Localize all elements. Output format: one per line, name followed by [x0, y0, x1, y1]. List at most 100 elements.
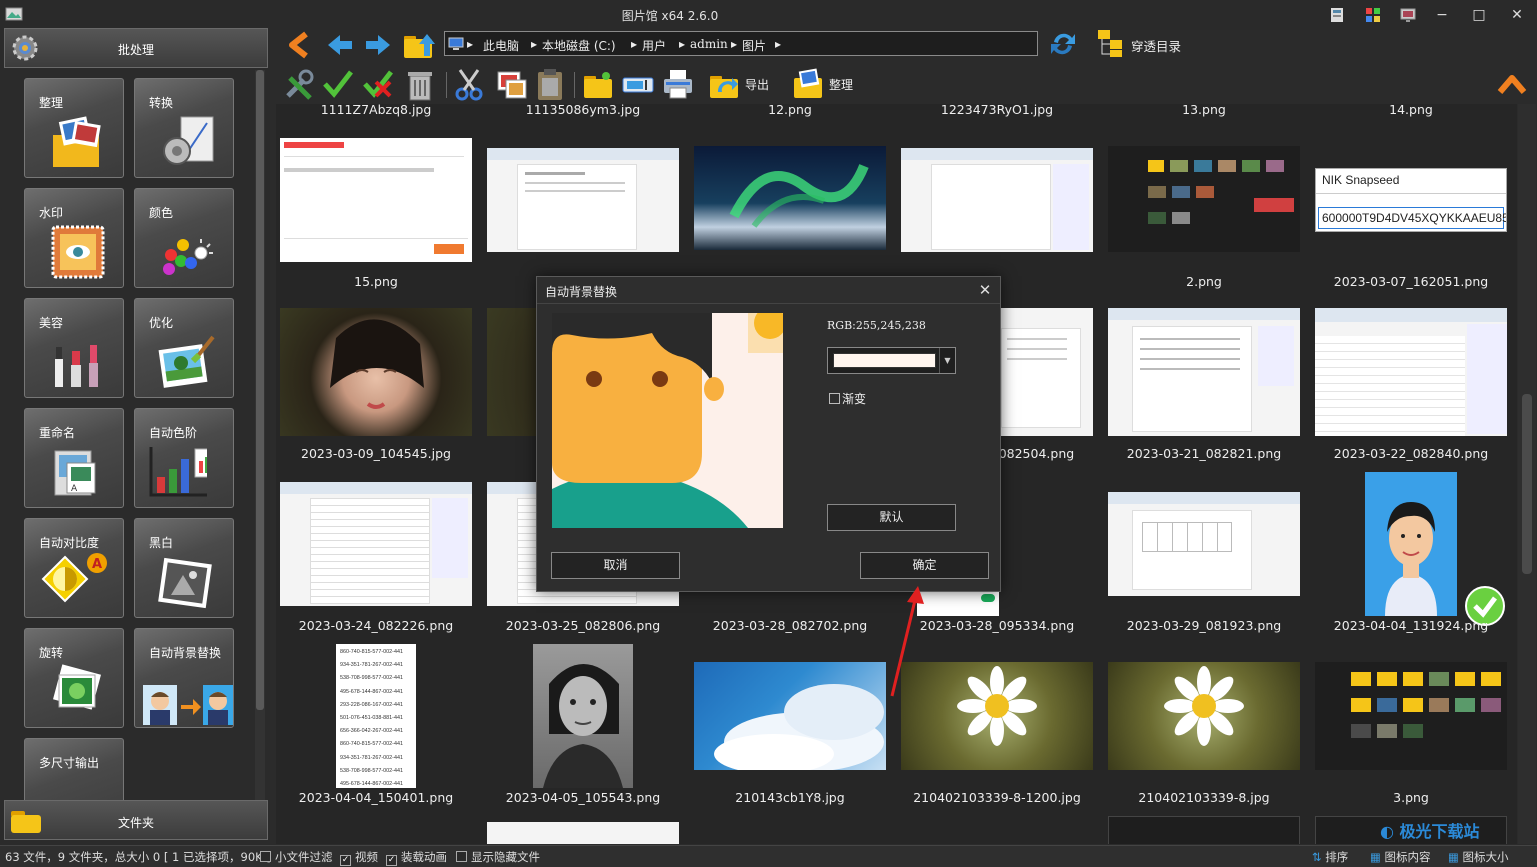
file-name[interactable]: 2.png — [1104, 274, 1304, 289]
dropdown-arrow-icon[interactable]: ▼ — [939, 348, 955, 373]
back-arrow-icon[interactable] — [324, 30, 356, 60]
default-button[interactable]: 默认 — [827, 504, 956, 531]
address-segment[interactable]: admin — [690, 37, 728, 51]
tool-watermark[interactable]: 水印 — [24, 188, 124, 288]
file-name[interactable]: 2023-03-07_162051.png — [1311, 274, 1511, 289]
tool-convert[interactable]: 转换 — [134, 78, 234, 178]
file-name[interactable]: 14.png — [1311, 104, 1511, 117]
address-segment[interactable]: 图片 — [742, 37, 766, 54]
file-name[interactable]: 2023-03-09_104545.jpg — [276, 446, 476, 461]
address-segment[interactable]: 本地磁盘 (C:) — [542, 37, 616, 54]
tool-organize[interactable]: 整理 — [24, 78, 124, 178]
check-icon[interactable] — [320, 66, 356, 102]
file-name[interactable]: 210402103339-8-1200.jpg — [897, 790, 1097, 805]
gradient-checkbox[interactable]: 渐变 — [829, 390, 866, 407]
minimize-button[interactable]: − — [1428, 4, 1456, 26]
background-color-picker[interactable]: ▼ — [827, 347, 956, 374]
organize-label[interactable]: 整理 — [829, 76, 853, 93]
tool-optimize[interactable]: 优化 — [134, 298, 234, 398]
thumbnail-item[interactable]: 2023-04-05_105543.png — [483, 640, 690, 812]
thumbnail-item[interactable]: 2.png — [1104, 124, 1311, 296]
show-hidden-checkbox[interactable]: 显示隐藏文件 — [456, 849, 540, 865]
export-icon[interactable] — [706, 66, 742, 102]
thumbnail-item[interactable] — [690, 124, 897, 296]
tool-background-replace[interactable]: 自动背景替换 — [134, 628, 234, 728]
thumbnail-item[interactable]: 2023-03-22_082840.png — [1311, 296, 1517, 468]
maximize-button[interactable]: □ — [1465, 4, 1493, 26]
paste-clipboard-icon[interactable] — [532, 66, 568, 102]
address-segment[interactable]: 此电脑 — [483, 37, 519, 54]
back-orange-icon[interactable] — [284, 30, 316, 60]
ok-button[interactable]: 确定 — [860, 552, 989, 579]
tool-auto-contrast[interactable]: 自动对比度 A — [24, 518, 124, 618]
file-name[interactable]: 2023-03-22_082840.png — [1311, 446, 1511, 461]
browse-dirs-label[interactable]: 穿透目录 — [1131, 36, 1181, 55]
thumbnail-item[interactable]: 2023-03-21_082821.png — [1104, 296, 1311, 468]
file-name[interactable]: 12.png — [690, 104, 890, 117]
tool-rotate[interactable]: 旋转 — [24, 628, 124, 728]
thumbnail-item[interactable] — [897, 124, 1104, 296]
file-name[interactable]: 2023-04-04_131924.png — [1311, 618, 1511, 633]
file-name[interactable]: 2023-03-29_081923.png — [1104, 618, 1304, 633]
tool-multi-size-output[interactable]: 多尺寸输出 — [24, 738, 124, 800]
scrollbar-thumb[interactable] — [256, 70, 264, 710]
close-button[interactable]: ✕ — [1503, 4, 1531, 26]
thumbnail-item[interactable]: 210402103339-8.jpg — [1104, 640, 1311, 812]
icon-size-button[interactable]: ▦ 图标大小 — [1448, 849, 1509, 865]
rename-field-icon[interactable] — [620, 66, 656, 102]
organize-icon[interactable] — [790, 66, 826, 102]
parent-folder-icon[interactable] — [402, 30, 438, 60]
tools-icon[interactable] — [282, 66, 318, 102]
file-name[interactable]: 2023-04-04_150401.png — [276, 790, 476, 805]
thumbnail-item[interactable]: 2023-04-04_131924.png — [1311, 468, 1517, 640]
thumbnail-item[interactable]: 2023-03-24_082226.png — [276, 468, 483, 640]
thumbnail-item[interactable]: NIK Snapseed 600000T9D4DV45XQYKKAAEU85 2… — [1311, 124, 1517, 296]
browse-dirs-icon[interactable] — [1096, 28, 1128, 58]
forward-arrow-icon[interactable] — [362, 30, 394, 60]
copy-image-icon[interactable] — [492, 66, 528, 102]
file-name[interactable]: 13.png — [1104, 104, 1304, 117]
delete-trash-icon[interactable] — [402, 66, 438, 102]
export-label[interactable]: 导出 — [745, 76, 769, 93]
view-mode-icon[interactable] — [1328, 6, 1346, 24]
file-name[interactable]: 2023-03-21_082821.png — [1104, 446, 1304, 461]
screenshot-thumb[interactable] — [487, 822, 679, 844]
grid-view-icon[interactable] — [1364, 6, 1382, 24]
file-name[interactable]: 1223473RyO1.jpg — [897, 104, 1097, 117]
file-name[interactable]: 210402103339-8.jpg — [1104, 790, 1304, 805]
thumbnail-item[interactable]: 210143cb1Y8.jpg — [690, 640, 897, 812]
file-name[interactable]: 1111Z7Abzq8.jpg — [276, 104, 476, 117]
scrollbar-thumb[interactable] — [1522, 394, 1532, 574]
address-segment[interactable]: 用户 — [642, 37, 666, 54]
small-file-filter-checkbox[interactable]: 小文件过滤 — [260, 849, 333, 865]
file-name[interactable]: 2023-04-05_105543.png — [483, 790, 683, 805]
print-icon[interactable] — [660, 66, 696, 102]
uncheck-icon[interactable] — [360, 66, 396, 102]
sort-button[interactable]: ⇅ 排序 — [1312, 849, 1348, 865]
dialog-close-button[interactable]: ✕ — [975, 280, 995, 300]
file-name[interactable]: 11135086ym3.jpg — [483, 104, 683, 117]
thumbnail-item[interactable] — [483, 124, 690, 296]
thumbnail-item[interactable]: 2023-03-09_104545.jpg — [276, 296, 483, 468]
cut-scissors-icon[interactable] — [452, 66, 488, 102]
checkbox-box[interactable] — [829, 393, 840, 404]
tool-auto-levels[interactable]: 自动色阶 — [134, 408, 234, 508]
file-name[interactable]: 2023-03-28_082702.png — [690, 618, 890, 633]
left-scrollbar[interactable] — [255, 70, 265, 800]
video-checkbox[interactable]: ✓ 视频 — [340, 849, 378, 866]
app-screenshot-thumb[interactable] — [1108, 816, 1300, 844]
folder-footer[interactable]: 文件夹 — [4, 800, 268, 840]
tool-rename[interactable]: 重命名 A — [24, 408, 124, 508]
grid-scrollbar[interactable] — [1518, 104, 1536, 844]
file-name[interactable]: 2023-03-25_082806.png — [483, 618, 683, 633]
batch-header[interactable]: 批处理 — [4, 28, 268, 68]
icon-content-button[interactable]: ▦ 图标内容 — [1370, 849, 1431, 865]
tool-beauty[interactable]: 美容 — [24, 298, 124, 398]
thumbnail-item[interactable]: 2023-03-29_081923.png — [1104, 468, 1311, 640]
refresh-icon[interactable] — [1048, 28, 1078, 60]
file-name[interactable]: 2023-03-24_082226.png — [276, 618, 476, 633]
cancel-button[interactable]: 取消 — [551, 552, 680, 579]
address-bar[interactable]: ▸ 此电脑 ▸ 本地磁盘 (C:) ▸ 用户 ▸ admin ▸ 图片 ▸ — [444, 31, 1038, 56]
thumbnail-item[interactable]: 860-740-815-577-002-441 934-351-781-267-0… — [276, 640, 483, 812]
file-name[interactable]: 210143cb1Y8.jpg — [690, 790, 890, 805]
